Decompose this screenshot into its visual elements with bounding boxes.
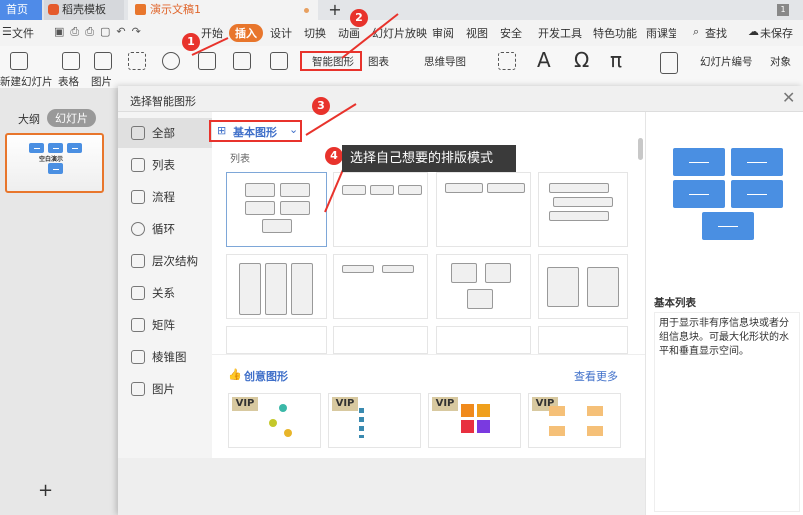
step-3-marker: 3 (312, 97, 330, 115)
annotation-arrows (191, 13, 399, 213)
callout-tooltip: 选择自己想要的排版模式 (342, 145, 516, 172)
arrow-4 (324, 164, 346, 213)
step-2-marker: 2 (350, 9, 368, 27)
step-4-marker: 4 (325, 147, 343, 165)
step-1-marker: 1 (182, 33, 200, 51)
